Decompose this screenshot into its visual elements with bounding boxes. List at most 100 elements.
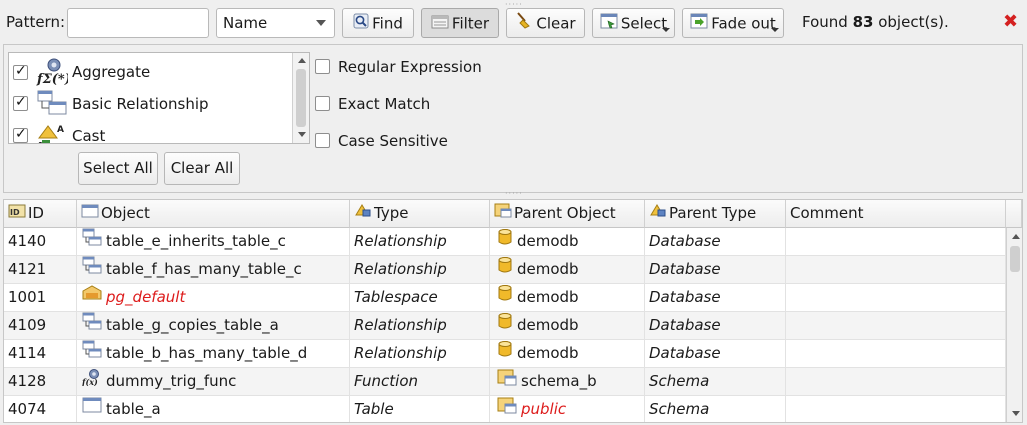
case-sensitive-checkbox[interactable] [315,133,330,148]
scroll-down-icon[interactable] [298,132,306,137]
broom-icon [515,10,533,38]
cell-text-type: Tablespace [354,288,438,306]
scroll-up-icon[interactable] [1012,234,1020,239]
column-header-id[interactable]: ID ID [4,200,77,228]
panel-splitter-grip[interactable]: ····· [505,189,523,198]
select-window-icon [600,10,618,38]
column-header-comment[interactable]: Comment [786,200,1006,228]
type-column-icon [354,200,372,227]
cell-comment [786,396,1006,422]
type-list-scrollbar[interactable] [292,53,309,143]
table-row[interactable]: 4109 table_g_copies_table_a Relationship de… [4,312,1006,340]
select-button[interactable]: Select [592,8,675,38]
column-header-parent-type[interactable]: Parent Type [645,200,786,228]
cell-parent-type: Schema [645,368,786,396]
search-field-combo[interactable]: Name [216,8,335,38]
basic-relationship-label: Basic Relationship [72,95,209,113]
cast-checkbox[interactable]: ✓ [13,126,28,143]
table-row[interactable]: 1001 pg_default Tablespace demodb Database [4,284,1006,312]
cell-text-parent-type: Schema [649,400,710,418]
column-header-parent-object[interactable]: Parent Object [490,200,645,228]
cell-text-type: Relationship [354,232,447,250]
cell-text-parent-type: Database [649,316,721,334]
results-table[interactable]: ID ID Object Type Parent Object Parent Ty… [3,199,1023,423]
case-sensitive-option[interactable]: Case Sensitive [315,132,515,152]
cell-type: Relationship [350,312,490,340]
column-header-type[interactable]: Type [350,200,490,228]
cell-type: Tablespace [350,284,490,312]
relationship-icon [82,340,102,367]
fade-out-button[interactable]: Fade out [682,8,784,38]
filter-button[interactable]: Filter [421,8,499,38]
type-list-scroll-thumb[interactable] [296,69,306,127]
cell-parent-type: Database [645,284,786,312]
pattern-input[interactable] [67,8,209,38]
cell-text-parent: demodb [517,316,579,334]
cell-text-object: table_e_inherits_table_c [106,232,286,250]
check-icon: ✓ [15,126,27,142]
cell-text-id: 4114 [8,344,47,362]
cell-text-object: dummy_trig_func [106,372,237,390]
cell-id: 1001 [4,284,77,312]
find-button[interactable]: Find [342,8,414,38]
fade-out-label: Fade out [711,14,776,33]
cell-text-object: table_g_copies_table_a [106,316,279,334]
close-icon[interactable]: ✖ [1003,11,1018,32]
regex-checkbox[interactable] [315,59,330,74]
exact-match-option[interactable]: Exact Match [315,95,515,115]
cell-parent-type: Database [645,340,786,368]
cell-id: 4121 [4,256,77,284]
clear-button[interactable]: Clear [506,8,585,38]
chevron-down-icon [316,20,326,26]
results-scroll-thumb[interactable] [1010,246,1020,272]
find-label: Find [372,14,403,33]
exact-match-checkbox[interactable] [315,96,330,111]
cell-text-parent: demodb [517,344,579,362]
clear-all-button[interactable]: Clear All [164,152,240,185]
aggregate-icon: fΣ(*) [36,56,71,90]
case-sensitive-label: Case Sensitive [338,132,448,150]
scroll-up-icon[interactable] [298,58,306,63]
basic-relationship-icon [36,88,68,122]
cell-text-id: 4121 [8,260,47,278]
select-all-button[interactable]: Select All [78,152,158,185]
aggregate-checkbox[interactable]: ✓ [13,63,28,80]
column-label-type: Type [374,204,409,222]
cell-text-parent-type: Database [649,288,721,306]
object-type-list[interactable]: ✓ fΣ(*) Aggregate ✓ Basic Relationship ✓… [8,52,310,144]
cast-icon: A1 [36,120,68,143]
cell-object: table_f_has_many_table_c [77,256,350,284]
relationship-icon [82,256,102,283]
cell-text-parent: schema_b [521,372,597,390]
cell-type: Relationship [350,228,490,256]
cell-parent: public [490,396,645,422]
menu-arrow-icon [662,28,670,32]
list-item-basic-relationship[interactable]: ✓ Basic Relationship [9,88,309,120]
check-icon: ✓ [15,94,27,110]
column-label-id: ID [28,204,44,222]
table-row[interactable]: 4140 table_e_inherits_table_c Relationship… [4,228,1006,256]
database-icon [497,256,513,283]
parent-object-column-icon [494,200,512,227]
list-item-aggregate[interactable]: ✓ fΣ(*) Aggregate [9,56,309,88]
header-corner [1006,200,1022,228]
scroll-down-icon[interactable] [1012,411,1020,416]
basic-relationship-checkbox[interactable]: ✓ [13,94,28,111]
table-row[interactable]: 4114 table_b_has_many_table_d Relationship… [4,340,1006,368]
filter-label: Filter [451,14,490,33]
tablespace-icon [82,284,102,311]
table-row[interactable]: 4121 table_f_has_many_table_c Relationship… [4,256,1006,284]
parent-type-column-icon [649,200,667,227]
column-header-object[interactable]: Object [77,200,350,228]
table-row[interactable]: 4074 table_a Table public Schema [4,396,1006,422]
found-status: Found 83 object(s). [802,13,949,31]
cell-parent: demodb [490,256,645,284]
list-item-cast[interactable]: ✓ A1 Cast [9,120,309,144]
results-scrollbar[interactable] [1006,228,1022,422]
table-row[interactable]: 4128 f(x) dummy_trig_func Function schema_b S… [4,368,1006,396]
cell-id: 4074 [4,396,77,422]
cast-label: Cast [72,127,106,144]
regex-option[interactable]: Regular Expression [315,58,515,78]
cell-parent: demodb [490,284,645,312]
cell-parent: schema_b [490,368,645,396]
